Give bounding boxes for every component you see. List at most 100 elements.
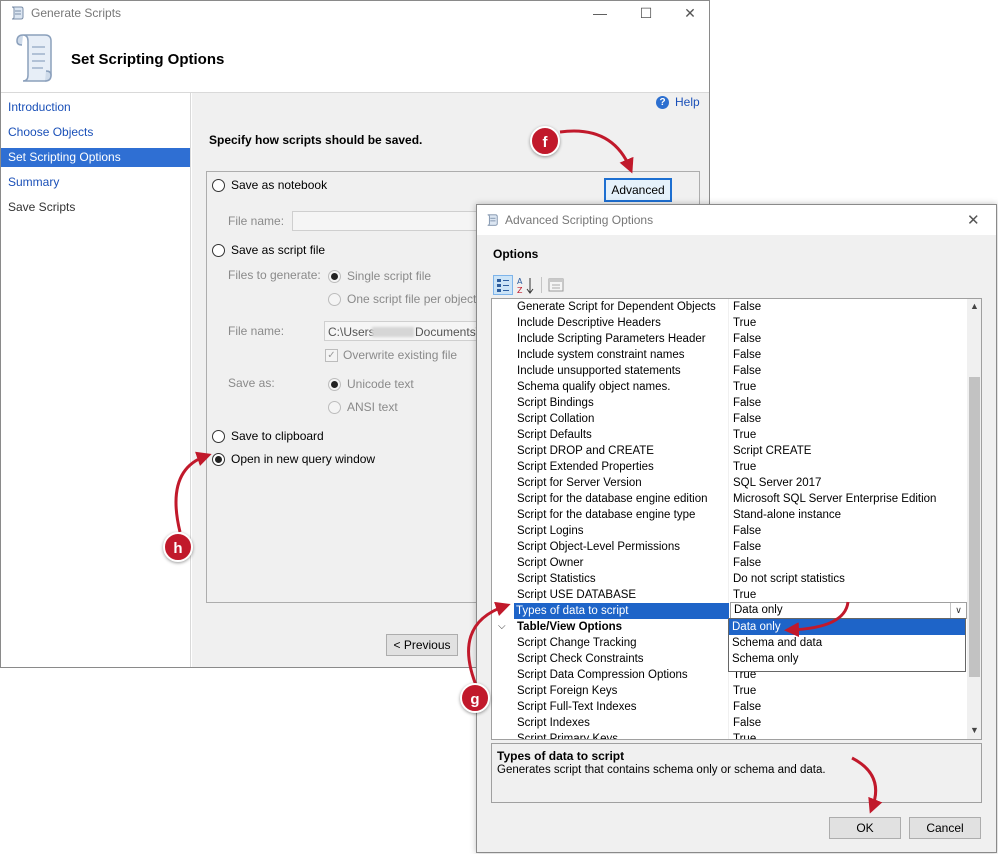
ok-button[interactable]: OK: [829, 817, 901, 839]
save-as-notebook-radio[interactable]: [212, 179, 225, 192]
property-row[interactable]: Script Defaults True: [492, 427, 967, 443]
script-file-name-label: File name:: [228, 324, 285, 338]
dropdown-option-data-only[interactable]: Data only: [729, 619, 965, 635]
script-file-name-input[interactable]: C:\Users Documents\s: [324, 321, 485, 341]
property-row[interactable]: Script USE DATABASE True: [492, 587, 967, 603]
nav-introduction[interactable]: Introduction: [1, 98, 190, 117]
property-value[interactable]: Do not script statistics: [733, 571, 967, 587]
property-row[interactable]: Script Collation False: [492, 411, 967, 427]
property-row[interactable]: Script Object-Level Permissions False: [492, 539, 967, 555]
chevron-down-icon[interactable]: ∨: [950, 603, 966, 618]
one-script-per-object-radio[interactable]: [328, 293, 341, 306]
unicode-text-radio[interactable]: [328, 378, 341, 391]
callout-g: g: [460, 683, 490, 713]
nav-set-scripting-options[interactable]: Set Scripting Options: [1, 148, 190, 167]
property-pages-icon[interactable]: [547, 276, 565, 294]
advanced-button[interactable]: Advanced: [604, 178, 672, 202]
property-value[interactable]: False: [733, 395, 967, 411]
scroll-thumb[interactable]: [969, 377, 980, 677]
nav-choose-objects[interactable]: Choose Objects: [1, 123, 190, 142]
nav-summary[interactable]: Summary: [1, 173, 190, 192]
property-name: Script Indexes: [517, 717, 590, 729]
notebook-file-name-input[interactable]: [292, 211, 477, 231]
property-row[interactable]: Script Extended Properties True: [492, 459, 967, 475]
property-row[interactable]: Include Scripting Parameters Header False: [492, 331, 967, 347]
dropdown-value: Data only: [734, 604, 783, 616]
ansi-text-radio[interactable]: [328, 401, 341, 414]
sort-az-icon[interactable]: AZ: [515, 275, 537, 295]
property-value[interactable]: SQL Server 2017: [733, 475, 967, 491]
property-row[interactable]: Script Statistics Do not script statistic…: [492, 571, 967, 587]
single-script-file-label: Single script file: [347, 269, 432, 283]
save-as-script-file-radio[interactable]: [212, 244, 225, 257]
cancel-button[interactable]: Cancel: [909, 817, 981, 839]
property-row[interactable]: Include system constraint names False: [492, 347, 967, 363]
property-value[interactable]: False: [733, 539, 967, 555]
vertical-scrollbar[interactable]: ▲ ▼: [967, 299, 981, 739]
dropdown-option-schema-and-data[interactable]: Schema and data: [729, 635, 965, 651]
help-link[interactable]: Help: [675, 95, 700, 109]
property-name: Script Full-Text Indexes: [517, 701, 637, 713]
property-row[interactable]: Script Owner False: [492, 555, 967, 571]
property-value[interactable]: True: [733, 731, 967, 739]
property-row[interactable]: Include unsupported statements False: [492, 363, 967, 379]
property-row[interactable]: Generate Script for Dependent Objects Fal…: [492, 299, 967, 315]
dropdown-option-schema-only[interactable]: Schema only: [729, 651, 965, 667]
maximize-button[interactable]: ☐: [623, 1, 669, 25]
property-row[interactable]: Schema qualify object names. True: [492, 379, 967, 395]
property-value[interactable]: False: [733, 523, 967, 539]
property-row[interactable]: Script Logins False: [492, 523, 967, 539]
property-row[interactable]: Include Descriptive Headers True: [492, 315, 967, 331]
property-value[interactable]: Script CREATE: [733, 443, 967, 459]
property-row[interactable]: Script for the database engine edition Mi…: [492, 491, 967, 507]
property-row[interactable]: Script for Server Version SQL Server 2017: [492, 475, 967, 491]
property-value[interactable]: False: [733, 299, 967, 315]
property-value[interactable]: True: [733, 459, 967, 475]
categorized-icon[interactable]: [493, 275, 513, 295]
property-name: Script Statistics: [517, 573, 596, 585]
property-value[interactable]: False: [733, 715, 967, 731]
property-name: Script for Server Version: [517, 477, 642, 489]
open-new-query-radio[interactable]: [212, 453, 225, 466]
property-name: Script Defaults: [517, 429, 592, 441]
close-button[interactable]: ✕: [667, 1, 713, 25]
scroll-down-arrow-icon[interactable]: ▼: [967, 723, 981, 738]
property-value[interactable]: False: [733, 331, 967, 347]
property-row[interactable]: Script DROP and CREATE Script CREATE: [492, 443, 967, 459]
property-value[interactable]: False: [733, 411, 967, 427]
property-name: Include unsupported statements: [517, 365, 681, 377]
one-script-per-object-label: One script file per object: [347, 292, 477, 306]
save-to-clipboard-radio[interactable]: [212, 430, 225, 443]
property-row[interactable]: Script Indexes False: [492, 715, 967, 731]
property-value[interactable]: True: [733, 315, 967, 331]
scroll-up-arrow-icon[interactable]: ▲: [967, 299, 981, 314]
property-row[interactable]: Script Bindings False: [492, 395, 967, 411]
svg-text:Z: Z: [517, 286, 523, 295]
help-icon[interactable]: ?: [656, 96, 669, 109]
dialog-close-button[interactable]: ✕: [967, 211, 980, 229]
previous-button[interactable]: < Previous: [386, 634, 458, 656]
property-value[interactable]: False: [733, 363, 967, 379]
property-value[interactable]: False: [733, 347, 967, 363]
toolbar-separator: [541, 277, 542, 293]
description-text: Generates script that contains schema on…: [497, 764, 826, 776]
types-of-data-dropdown[interactable]: Data only ∨: [730, 602, 967, 619]
property-grid: Generate Script for Dependent Objects Fal…: [491, 298, 982, 740]
property-name: Script Collation: [517, 413, 595, 425]
property-value[interactable]: Microsoft SQL Server Enterprise Edition: [733, 491, 967, 507]
property-value[interactable]: True: [733, 379, 967, 395]
property-value[interactable]: False: [733, 555, 967, 571]
property-row[interactable]: Script Primary Keys True: [492, 731, 967, 739]
collapse-chevron-icon[interactable]: ⌵: [498, 619, 506, 635]
overwrite-checkbox[interactable]: ✓: [325, 349, 338, 362]
property-value[interactable]: True: [733, 427, 967, 443]
property-value[interactable]: Stand-alone instance: [733, 507, 967, 523]
property-value[interactable]: False: [733, 699, 967, 715]
property-row[interactable]: Script Foreign Keys True: [492, 683, 967, 699]
single-script-file-radio[interactable]: [328, 270, 341, 283]
minimize-button[interactable]: —: [577, 1, 623, 25]
property-row[interactable]: Script Full-Text Indexes False: [492, 699, 967, 715]
property-value[interactable]: True: [733, 683, 967, 699]
property-value[interactable]: True: [733, 587, 967, 603]
property-row[interactable]: Script for the database engine type Stand…: [492, 507, 967, 523]
